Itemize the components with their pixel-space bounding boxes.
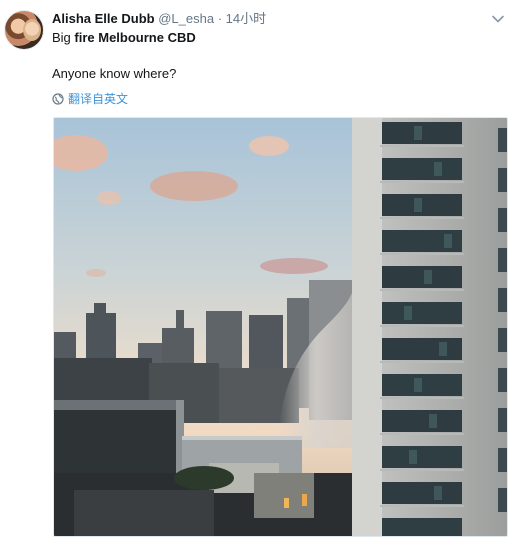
- chevron-down-icon[interactable]: [491, 12, 505, 26]
- tweet-timestamp[interactable]: 14小时: [226, 11, 266, 26]
- tweet-card: Alisha Elle Dubb @L_esha · 14小时 Big fire…: [0, 0, 517, 541]
- tweet-text-prefix: Big: [52, 30, 75, 45]
- author-name[interactable]: Alisha Elle Dubb: [52, 11, 155, 26]
- header-separator: ·: [217, 11, 223, 26]
- tweet-text-line2: Anyone know where?: [52, 66, 177, 81]
- tweet-text-bold: fire Melbourne CBD: [74, 30, 196, 45]
- city-fire-photo: [54, 118, 507, 536]
- translate-link[interactable]: 翻译自英文: [52, 91, 128, 107]
- translate-label: 翻译自英文: [68, 92, 129, 106]
- author-handle[interactable]: @L_esha: [158, 11, 214, 26]
- tweet-text-line1: Big fire Melbourne CBD: [52, 29, 196, 47]
- tweet-photo[interactable]: [53, 117, 508, 537]
- globe-icon: [52, 93, 64, 105]
- avatar-face: [23, 19, 41, 41]
- tweet-header: Alisha Elle Dubb @L_esha · 14小时: [52, 10, 266, 28]
- avatar[interactable]: [4, 10, 44, 50]
